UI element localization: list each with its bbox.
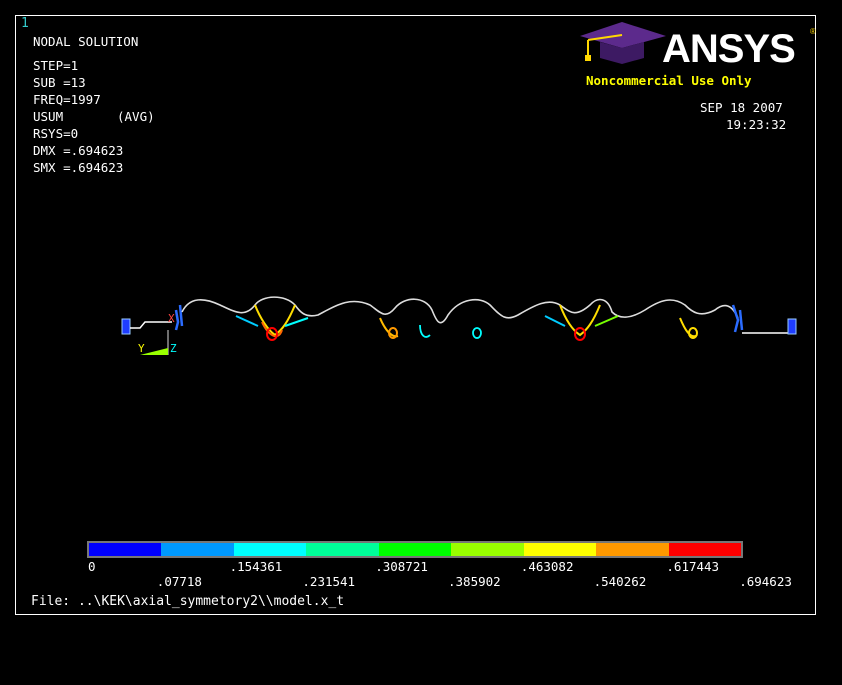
legend-swatch <box>668 543 741 556</box>
file-path: File: ..\KEK\axial_symmetory2\\model.x_t <box>31 594 345 609</box>
legend-label: .540262 <box>593 574 647 589</box>
svg-text:X: X <box>168 312 175 325</box>
cavity-outline <box>181 296 739 324</box>
svg-text:Z: Z <box>170 342 177 355</box>
right-flange <box>787 318 797 335</box>
svg-text:Y: Y <box>138 342 145 355</box>
legend-label: .694623 <box>739 574 792 589</box>
legend-swatch <box>523 543 597 556</box>
legend-swatch <box>233 543 307 556</box>
coordinate-triad: Y Z X <box>138 312 177 355</box>
legend-swatch <box>378 543 452 556</box>
legend-label: .617443 <box>666 559 720 574</box>
model-plot[interactable]: Y Z X <box>0 0 842 685</box>
contour-legend-bar <box>87 541 743 558</box>
cavity-hotspots <box>235 304 698 341</box>
legend-swatch <box>161 543 234 556</box>
legend-label: .463082 <box>520 559 574 574</box>
legend-label: .154361 <box>229 559 283 574</box>
legend-label: 0 <box>88 559 96 574</box>
legend-swatch <box>89 543 162 556</box>
legend-label: .231541 <box>302 574 356 589</box>
left-flange <box>121 318 131 335</box>
legend-swatch <box>596 543 669 556</box>
legend-label: .385902 <box>448 574 501 589</box>
legend-swatch <box>306 543 379 556</box>
legend-label: .308721 <box>375 559 428 574</box>
legend-swatch <box>451 543 524 556</box>
legend-label: .07718 <box>156 574 202 589</box>
